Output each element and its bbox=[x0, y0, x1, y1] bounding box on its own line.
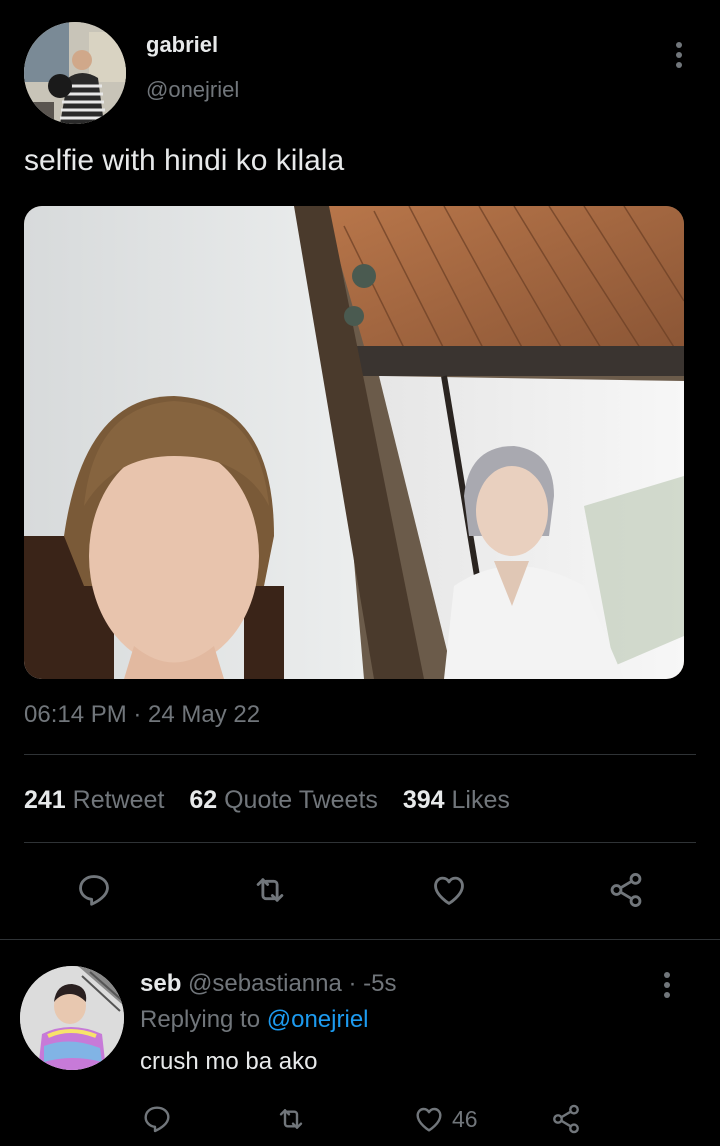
reply-button[interactable] bbox=[74, 870, 114, 910]
share-icon bbox=[610, 873, 642, 907]
likes-stat[interactable]: 394 Likes bbox=[403, 786, 510, 814]
reply-share-button[interactable] bbox=[548, 1102, 584, 1136]
retweets-stat[interactable]: 241 Retweet bbox=[24, 786, 171, 814]
more-vertical-icon bbox=[676, 42, 682, 68]
reply-likes-count: 46 bbox=[452, 1105, 478, 1132]
replying-to-line: Replying to @onejriel bbox=[140, 1006, 369, 1034]
reply-author-avatar[interactable] bbox=[20, 966, 124, 1070]
share-icon bbox=[553, 1104, 579, 1134]
like-button[interactable] bbox=[428, 870, 470, 910]
like-icon bbox=[434, 876, 464, 905]
divider bbox=[0, 939, 720, 940]
retweet-icon bbox=[256, 878, 284, 902]
reply-icon bbox=[79, 875, 109, 906]
retweets-count: 241 bbox=[24, 786, 66, 814]
tweet-text: selfie with hindi ko kilala bbox=[24, 144, 345, 177]
reply-icon bbox=[144, 1106, 170, 1133]
reply-handle[interactable]: @sebastianna bbox=[188, 970, 342, 997]
quotes-stat[interactable]: 62 Quote Tweets bbox=[189, 786, 385, 814]
tweet-timestamp[interactable]: 06:14 PM · 24 May 22 bbox=[24, 701, 260, 729]
retweets-label: Retweet bbox=[72, 786, 165, 814]
likes-count: 394 bbox=[402, 786, 445, 814]
likes-label: Likes bbox=[451, 786, 510, 814]
reply-time[interactable]: · -5s bbox=[349, 970, 397, 997]
reply-display-name[interactable]: seb bbox=[140, 970, 181, 997]
tweet-photo[interactable] bbox=[24, 206, 684, 679]
retweet-button[interactable] bbox=[248, 870, 292, 910]
reply-text: crush mo ba ako bbox=[140, 1048, 318, 1075]
replying-to-link[interactable]: @onejriel bbox=[267, 1006, 369, 1033]
reply-like-button[interactable]: 46 bbox=[412, 1102, 478, 1136]
like-icon bbox=[416, 1107, 442, 1132]
reply-retweet-button[interactable] bbox=[272, 1102, 310, 1136]
more-vertical-icon bbox=[664, 972, 670, 998]
author-avatar[interactable] bbox=[24, 22, 126, 124]
more-options-button[interactable] bbox=[664, 38, 694, 72]
reply-reply-button[interactable] bbox=[140, 1102, 174, 1136]
divider bbox=[24, 842, 696, 843]
author-display-name[interactable]: gabriel bbox=[146, 32, 218, 58]
author-handle[interactable]: @onejriel bbox=[146, 77, 239, 103]
stats-row: 241 Retweet 62 Quote Tweets 394 Likes bbox=[24, 786, 510, 815]
quotes-label: Quote Tweets bbox=[224, 786, 378, 814]
divider bbox=[24, 754, 696, 755]
share-button[interactable] bbox=[604, 870, 648, 910]
quotes-count: 62 bbox=[189, 786, 218, 814]
reply-more-options-button[interactable] bbox=[652, 968, 682, 1002]
reply-header: seb @sebastianna · -5s bbox=[140, 970, 397, 998]
replying-to-prefix: Replying to bbox=[140, 1006, 261, 1033]
retweet-icon bbox=[279, 1109, 303, 1129]
